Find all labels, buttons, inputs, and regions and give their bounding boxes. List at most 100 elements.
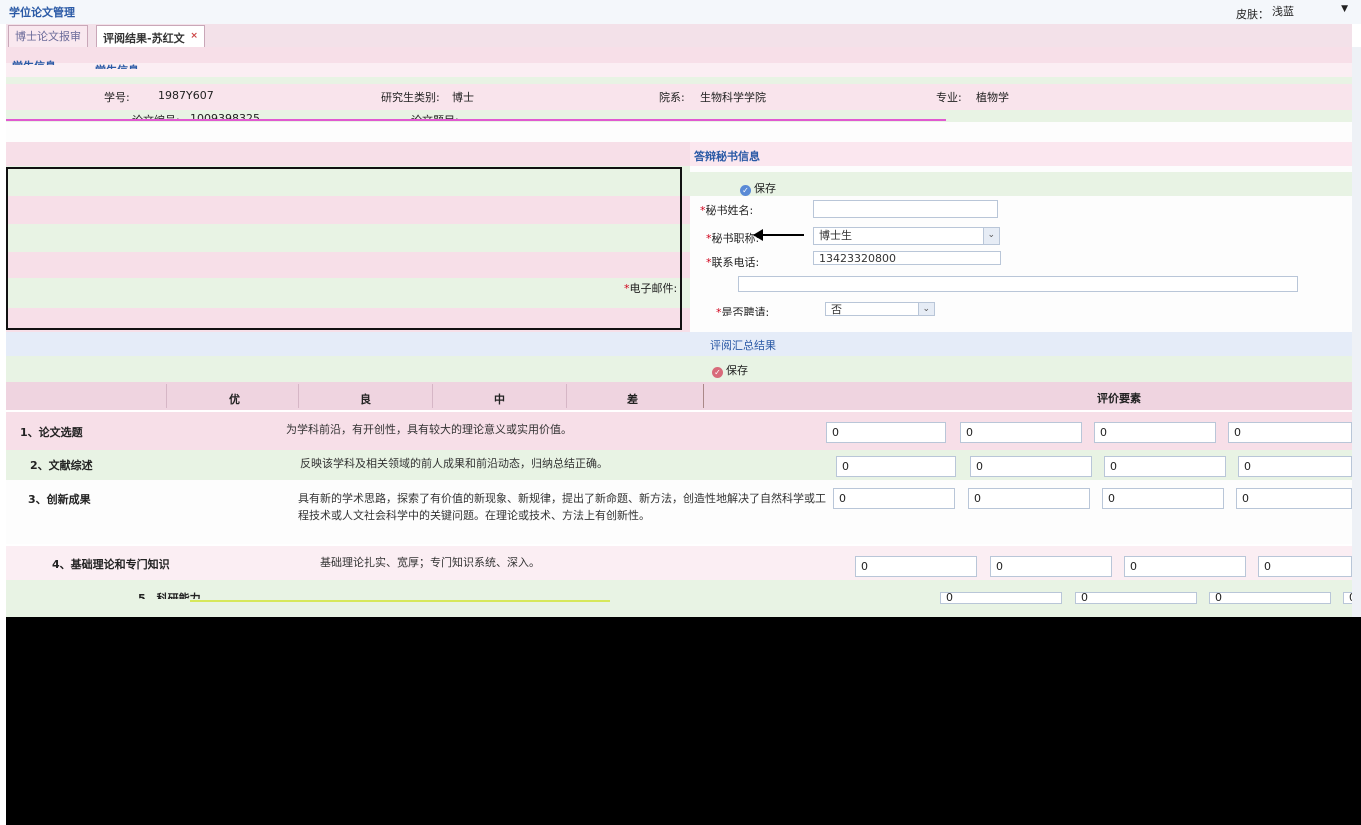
skin-value: 浅蓝 (1272, 5, 1294, 18)
divider (298, 384, 299, 408)
row-label: 4、基础理论和专门知识 (52, 558, 170, 571)
major-value: 植物学 (976, 91, 1009, 104)
annotation-arrow-head-icon (753, 229, 763, 241)
secretary-section-title: 答辩秘书信息 (694, 150, 760, 163)
score-input[interactable]: 0 (1094, 422, 1216, 443)
chevron-down-icon: ⌄ (922, 304, 930, 314)
score-input[interactable]: 0 (1075, 592, 1197, 604)
save-icon: ✓ (712, 367, 723, 378)
secretary-email-label: *电子邮件: (624, 280, 677, 296)
secretary-toolbar (690, 172, 1352, 196)
major-label: 专业: (936, 91, 962, 104)
bg-band (6, 47, 1352, 63)
summary-save-button[interactable]: ✓ 保存 (712, 362, 748, 378)
score-input[interactable]: 0 (1236, 488, 1352, 509)
score-input[interactable]: 0 (940, 592, 1062, 604)
label-text: 联系电话: (711, 256, 760, 269)
score-input[interactable]: 0 (1124, 556, 1246, 577)
label-text: 电子邮件: (629, 282, 678, 295)
select-value: 博士生 (819, 229, 852, 242)
glitch-line (6, 119, 946, 121)
header-poor: 差 (627, 393, 638, 406)
summary-toolbar (6, 356, 1352, 382)
skin-select[interactable]: 浅蓝 ▼ (1272, 3, 1352, 21)
save-label: 保存 (726, 364, 748, 377)
secretary-panel (690, 142, 1352, 332)
score-input[interactable]: 0 (833, 488, 955, 509)
table-header (6, 382, 1352, 410)
selection-rectangle (6, 167, 682, 330)
thesis-no-label: 论文编号: (132, 112, 180, 119)
divider (566, 384, 567, 408)
black-region (6, 617, 1361, 825)
score-input[interactable]: 0 (968, 488, 1090, 509)
secretary-panel-header (690, 142, 1352, 166)
summary-header (6, 332, 1352, 356)
score-input[interactable]: 0 (855, 556, 977, 577)
label-text: 秘书姓名: (705, 204, 754, 217)
student-no-value: 1987Y607 (158, 89, 214, 102)
save-label: 保存 (754, 182, 776, 195)
thesis-title-label: 论文题目: (411, 112, 459, 119)
summary-section-title: 评阅汇总结果 (710, 339, 776, 352)
category-label: 研究生类别: (381, 91, 440, 104)
student-info-title-ghost: 学生信息 (95, 62, 139, 69)
header-medium: 中 (494, 393, 505, 406)
row-desc: 反映该学科及相关领域的前人成果和前沿动态，归纳总结正确。 (300, 457, 608, 470)
row-desc: 基础理论扎实、宽厚；专门知识系统、深入。 (320, 556, 540, 569)
row-label: 5、科研能力 (138, 592, 201, 599)
black-left-edge (0, 617, 6, 825)
tab-review-result[interactable]: 评阅结果-苏红文 × (96, 25, 205, 47)
scrollbar[interactable] (1352, 47, 1361, 617)
secretary-name-label: *秘书姓名: (700, 202, 753, 218)
row-desc: 为学科前沿，有开创性，具有较大的理论意义或实用价值。 (286, 423, 572, 436)
glitch-line (190, 600, 610, 602)
tab-label: 评阅结果-苏红文 (103, 32, 185, 45)
tab-thesis-review[interactable]: 博士论文报审 (8, 25, 88, 47)
chevron-down-icon: ▼ (1341, 4, 1348, 14)
score-input[interactable]: 0 (1209, 592, 1331, 604)
secretary-title-select[interactable]: 博士生 ⌄ (813, 227, 1000, 245)
score-input[interactable]: 0 (990, 556, 1112, 577)
app-title: 学位论文管理 (9, 6, 75, 19)
save-icon: ✓ (740, 185, 751, 196)
annotation-arrow-icon (758, 234, 804, 236)
score-input[interactable]: 0 (1104, 456, 1226, 477)
secretary-title-label: *秘书职称: (706, 230, 759, 246)
score-input[interactable]: 0 (1238, 456, 1352, 477)
divider (432, 384, 433, 408)
skin-label: 皮肤： (1236, 8, 1269, 21)
dept-label: 院系: (659, 91, 685, 104)
bg-band (6, 63, 1352, 77)
chevron-down-icon: ⌄ (987, 230, 995, 240)
score-input[interactable]: 0 (826, 422, 946, 443)
divider (166, 384, 167, 408)
title-bar (0, 0, 1361, 24)
score-input[interactable]: 0 (836, 456, 956, 477)
select-value: 否 (831, 303, 842, 316)
row-label: 3、创新成果 (28, 493, 91, 506)
score-input[interactable]: 0 (960, 422, 1082, 443)
score-input[interactable]: 0 (1228, 422, 1352, 443)
tab-label: 博士论文报审 (15, 30, 81, 43)
secretary-name-input[interactable] (813, 200, 998, 218)
label-text: 是否聘请: (721, 306, 770, 316)
score-input[interactable]: 0 (1102, 488, 1224, 509)
tab-strip (6, 24, 1352, 48)
header-criteria: 评价要素 (1097, 392, 1141, 405)
secretary-phone-input[interactable]: 13423320800 (813, 251, 1001, 265)
secretary-phone-label: *联系电话: (706, 254, 759, 270)
secretary-hire-select[interactable]: 否 ⌄ (825, 302, 935, 316)
score-input[interactable]: 0 (1258, 556, 1352, 577)
divider (703, 384, 704, 408)
secretary-save-button[interactable]: ✓ 保存 (740, 180, 776, 196)
secretary-hire-label: *是否聘请: (716, 304, 769, 316)
row-desc: 具有新的学术思路，探索了有价值的新现象、新规律，提出了新命题、新方法，创造性地解… (298, 492, 826, 522)
dept-value: 生物科学学院 (700, 91, 766, 104)
thesis-no-value: 1009398325 (190, 112, 260, 119)
score-input[interactable]: 0 (970, 456, 1092, 477)
student-info-title: 学生信息 (12, 58, 56, 65)
secretary-email-input[interactable] (738, 276, 1298, 292)
close-icon[interactable]: × (190, 31, 198, 41)
header-excellent: 优 (229, 393, 240, 406)
